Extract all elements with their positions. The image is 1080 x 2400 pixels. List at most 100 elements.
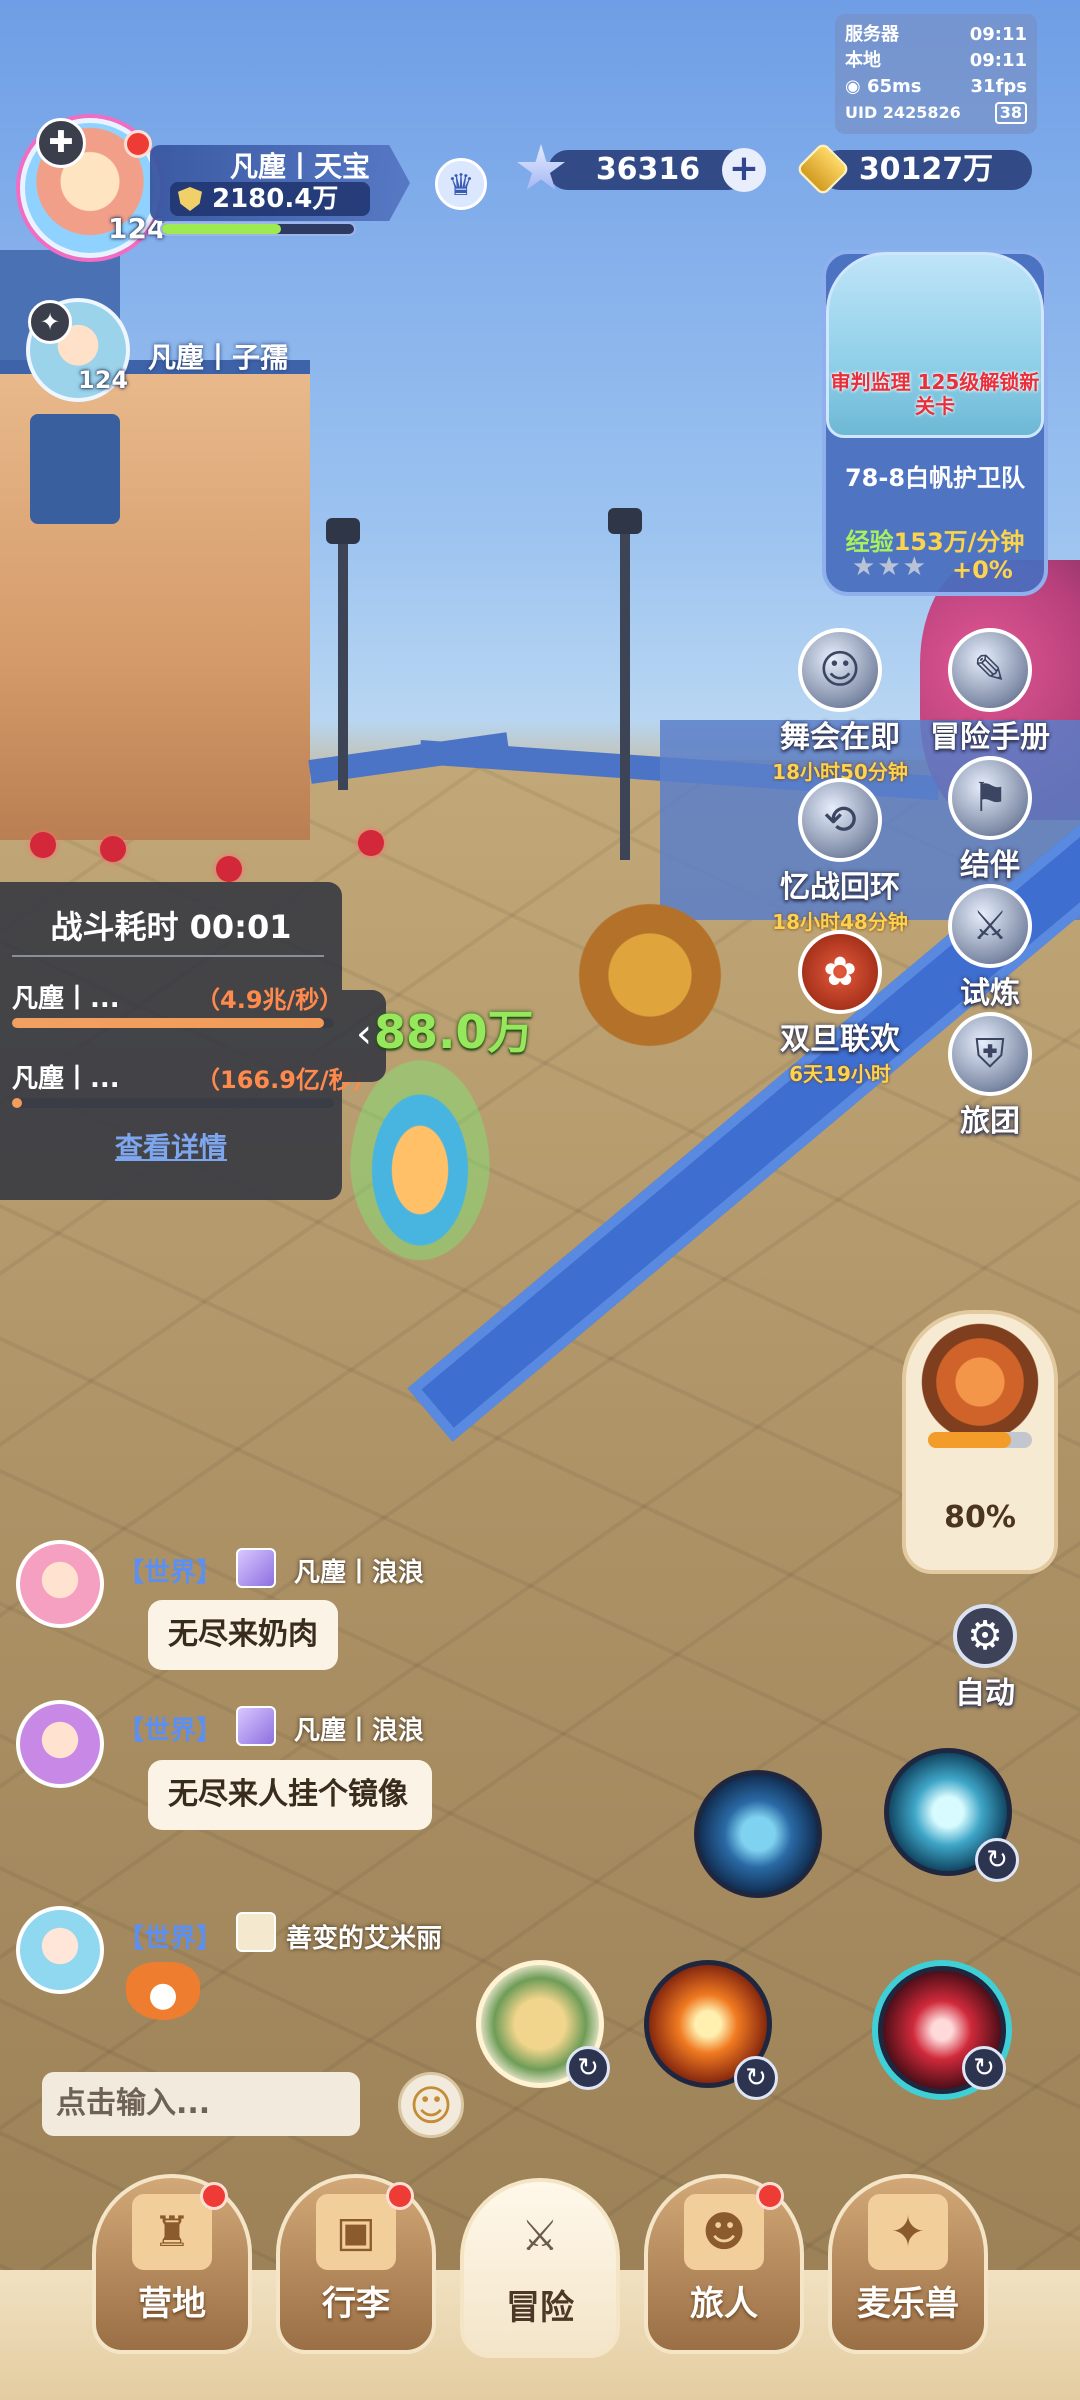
menu-partner[interactable]: ⚑ 结伴 [910, 756, 1070, 884]
power-shield-icon [178, 187, 202, 211]
tab-pets[interactable]: ✦ 麦乐兽 [828, 2174, 988, 2354]
card-icon [236, 1706, 276, 1746]
menu-label: 双旦联欢 [780, 1022, 900, 1057]
menu-guild[interactable]: ⛨ 旅团 [910, 1012, 1070, 1140]
tab-label: 麦乐兽 [857, 2284, 959, 2324]
wifi-icon: ◉ [845, 76, 867, 97]
fps-value: 31fps [970, 76, 1027, 97]
cat-badge-icon [236, 1912, 276, 1952]
player-exp-bar [160, 222, 356, 236]
chat-sender[interactable]: 凡塵丨浪浪 [294, 1710, 424, 1747]
damage-row-name: 凡塵丨... [12, 1064, 120, 1094]
menu-memory-loop[interactable]: ⟲ 忆战回环 18小时48分钟 [760, 778, 920, 935]
loop-icon: ⟲ [798, 778, 882, 862]
local-time: 09:11 [969, 50, 1027, 71]
star-currency-pill: 36316 [548, 150, 748, 190]
menu-masquerade[interactable]: ☺ 舞会在即 18小时50分钟 [760, 628, 920, 785]
chat-avatar[interactable] [16, 1700, 104, 1788]
pet-avatar [912, 1314, 1048, 1450]
chat-message: 无尽来人挂个镜像 [148, 1760, 432, 1830]
flag-icon: ⚑ [948, 756, 1032, 840]
enemy-bird-rider[interactable] [560, 900, 740, 1050]
menu-trial[interactable]: ⚔ 试炼 [910, 884, 1070, 1012]
tab-camp[interactable]: ♜ 营地 [92, 2174, 252, 2354]
holiday-cookie-icon: ✿ [798, 930, 882, 1014]
teammate-level: 124 [78, 366, 129, 394]
player-exp-fill [162, 224, 282, 234]
damage-bar-fill [12, 1018, 325, 1028]
stage-unlock-text: 审判监理 125级解锁新关卡 [830, 370, 1040, 418]
chat-channel: 【世界】 [118, 1558, 223, 1588]
teammate-emblem-icon: ✦ [28, 300, 72, 344]
menu-label: 试炼 [960, 976, 1020, 1011]
stage-stars: ★★★ [852, 552, 928, 582]
chat-sender[interactable]: 善变的艾米丽 [286, 1918, 442, 1955]
chevron-left-icon: ‹ [356, 1011, 372, 1057]
gold-value: 30127万 [858, 152, 994, 187]
pet-energy-fill [928, 1432, 1012, 1448]
menu-label: 冒险手册 [930, 720, 1050, 755]
notification-dot [200, 2182, 228, 2210]
traveler-portrait-icon: ☻ [684, 2194, 764, 2270]
chat-channel: 【世界】 [118, 1924, 223, 1954]
teammate-name: 凡塵丨子孺 [148, 341, 289, 374]
player-power: 2180.4万 [170, 182, 370, 216]
add-star-currency-button[interactable]: + [722, 148, 766, 192]
battery-icon: 38 [994, 102, 1027, 124]
class-emblem-icon: ✚ [36, 118, 86, 168]
tab-label: 行李 [322, 2284, 390, 2324]
backpack-icon: ▣ [316, 2194, 396, 2270]
crown-button[interactable]: ♛ [435, 158, 487, 210]
emoji-icon[interactable]: ☺ [398, 2072, 464, 2138]
star-icon: ★ [877, 552, 903, 582]
tab-label: 旅人 [690, 2284, 758, 2324]
handbook-icon: ✎ [948, 628, 1032, 712]
crossed-swords-icon: ⚔ [521, 2211, 559, 2260]
view-details-link[interactable]: 查看详情 [0, 1126, 342, 1166]
floating-damage-number: 88.0万 [374, 1005, 534, 1059]
chat-sender[interactable]: 凡塵丨浪浪 [294, 1552, 424, 1589]
refresh-icon: ↻ [975, 1838, 1019, 1882]
sandstone-wall [0, 360, 310, 840]
enemy-marker[interactable] [100, 836, 126, 862]
auto-label: 自动 [955, 1676, 1015, 1711]
guild-shield-icon: ⛨ [948, 1012, 1032, 1096]
chat-input[interactable]: 点击输入... [42, 2072, 360, 2136]
auto-battle-button[interactable]: ⚙ 自动 [950, 1604, 1020, 1712]
mask-icon: ☺ [798, 628, 882, 712]
menu-holiday-event[interactable]: ✿ 双旦联欢 6天19小时 [760, 930, 920, 1087]
fox-sticker-icon [126, 1962, 200, 2020]
tab-label: 营地 [138, 2284, 206, 2324]
refresh-icon: ↻ [734, 2056, 778, 2100]
chat-avatar[interactable] [16, 1906, 104, 1994]
local-label: 本地 [845, 50, 881, 71]
server-time: 09:11 [969, 24, 1027, 45]
menu-adventure-handbook[interactable]: ✎ 冒险手册 [910, 628, 1070, 756]
crossed-swords-icon: ⚔ [948, 884, 1032, 968]
ping-value: 65ms [866, 76, 922, 97]
power-value: 2180.4万 [212, 184, 339, 214]
street-lamp [608, 508, 642, 860]
damage-bar [12, 1018, 334, 1028]
battle-duration: 战斗耗时 00:01 [50, 908, 292, 946]
gold-pill: 30127万 [820, 150, 1032, 190]
pet-energy-percent: 80% [944, 1500, 1016, 1535]
enemy-marker[interactable] [216, 856, 242, 882]
tab-label: 冒险 [506, 2288, 574, 2328]
tab-adventure[interactable]: ⚔ 冒险 [460, 2178, 620, 2358]
enemy-marker[interactable] [30, 832, 56, 858]
skill-button-shadow-beast[interactable] [694, 1770, 822, 1898]
castle-icon: ♜ [132, 2194, 212, 2270]
star-icon: ★ [852, 552, 878, 582]
divider [12, 955, 324, 957]
star-currency-value: 36316 [595, 152, 701, 187]
chat-avatar[interactable] [16, 1540, 104, 1628]
menu-timer: 6天19小时 [789, 1062, 891, 1086]
stage-name: 78-8白帆护卫队 [844, 464, 1026, 492]
pet-energy-bar [928, 1432, 1032, 1448]
chat-message: 无尽来奶肉 [148, 1600, 338, 1670]
damage-bar-fill [12, 1098, 22, 1108]
damage-row-name: 凡塵丨... [12, 984, 120, 1014]
damage-row-rate: （4.9兆/秒） [196, 986, 344, 1014]
enemy-marker[interactable] [358, 830, 384, 856]
